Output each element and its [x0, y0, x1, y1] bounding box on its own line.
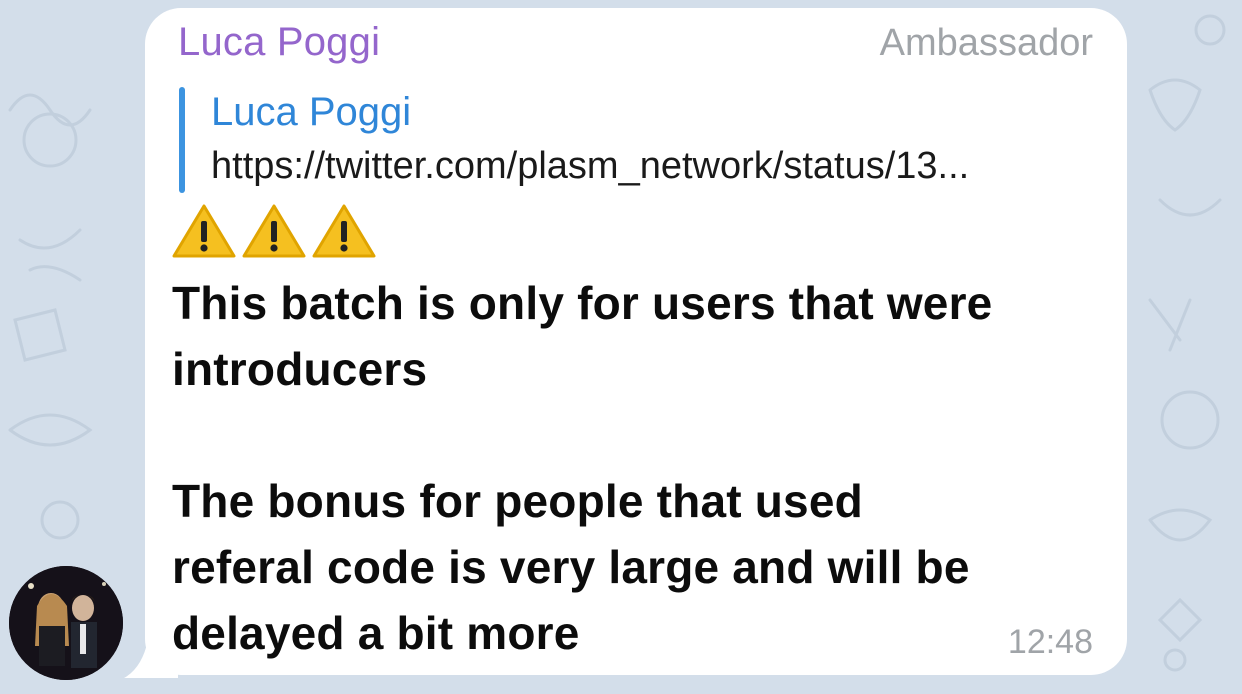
warning-icon [312, 204, 376, 258]
message-line-blank [172, 402, 1072, 468]
sender-avatar[interactable] [9, 566, 123, 680]
message-line: The bonus for people that used [172, 475, 863, 527]
message-text: This batch is only for users that were i… [172, 270, 1072, 666]
warning-icon [172, 204, 236, 258]
reply-preview[interactable]: Luca Poggi https://twitter.com/plasm_net… [179, 87, 1099, 193]
message-bubble[interactable]: Luca Poggi Ambassador Luca Poggi https:/… [145, 8, 1127, 675]
reply-text: https://twitter.com/plasm_network/status… [211, 145, 970, 187]
message-line: referal code is very large and will be [172, 541, 970, 593]
sender-role-badge: Ambassador [879, 22, 1093, 64]
message-line: introducers [172, 343, 428, 395]
warning-icon [242, 204, 306, 258]
message-line: delayed a bit more [172, 607, 580, 659]
emoji-row [172, 203, 376, 259]
reply-accent-bar [179, 87, 185, 193]
avatar-photo-icon [9, 566, 123, 680]
message-line: This batch is only for users that were [172, 277, 993, 329]
sender-name[interactable]: Luca Poggi [178, 20, 380, 65]
message-timestamp: 12:48 [1007, 623, 1093, 661]
reply-author: Luca Poggi [211, 90, 412, 134]
